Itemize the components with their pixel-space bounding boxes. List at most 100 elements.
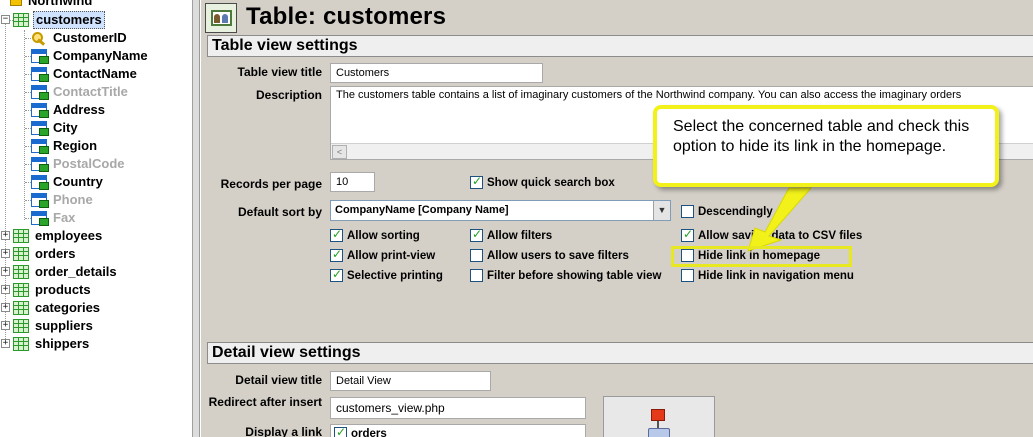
tree-item-customers[interactable]: customers [13,11,105,29]
checkbox-label: Allow saving data to CSV files [698,229,863,242]
scroll-left-icon[interactable]: < [332,145,347,159]
link-diagram-node [648,428,670,437]
records-per-page-input[interactable]: 10 [330,172,375,192]
tree-item-field[interactable]: ContactName [31,65,139,83]
field-icon [31,211,49,226]
description-text: The customers table contains a list of i… [336,89,962,101]
callout-text: Select the concerned table and check thi… [673,118,970,155]
checkbox-box [330,247,343,262]
option-checkbox-allow-sorting[interactable]: Allow sorting [330,227,420,242]
tree-item-shippers[interactable]: shippers [13,335,91,353]
collapse-icon[interactable]: − [1,15,10,24]
redirect-after-insert-input[interactable]: customers_view.php [330,397,586,419]
tree-item-products[interactable]: products [13,281,93,299]
tree-item-field[interactable]: CompanyName [31,47,150,65]
tree-item-field[interactable]: Phone [31,191,95,209]
tree-item-label: ContactName [53,66,137,81]
tree-item-categories[interactable]: categories [13,299,102,317]
descendingly-checkbox[interactable]: Descendingly [681,205,773,218]
records-per-page-label: Records per page [220,177,322,191]
expand-icon[interactable]: + [1,231,10,240]
tree-item-field[interactable]: PostalCode [31,155,127,173]
detail-view-title-input[interactable]: Detail View [330,371,491,391]
checkbox-box [681,205,694,218]
description-label: Description [255,88,322,102]
link-diagram-icon [651,409,665,421]
option-checkbox-allow-users-to-save-filters[interactable]: Allow users to save filters [470,249,629,262]
tree-item-label: employees [35,228,103,243]
checkbox-box [470,174,483,189]
table-icon [13,13,29,27]
tree-item-orders[interactable]: orders [13,245,77,263]
tree-root[interactable]: Northwind [10,0,94,10]
tree-item-field[interactable]: Region [31,137,99,155]
checkbox-box [470,227,483,242]
table-icon [13,229,29,243]
page-title: Table: customers [246,3,447,30]
field-icon [31,157,49,172]
tree-item-field[interactable]: Country [31,173,105,191]
tree-item-label: PostalCode [53,156,125,171]
expand-icon[interactable]: + [1,285,10,294]
callout-tooltip: Select the concerned table and check thi… [653,105,999,187]
table-icon [13,301,29,315]
option-checkbox-selective-printing[interactable]: Selective printing [330,267,443,282]
detail-view-title-label: Detail view title [235,373,322,387]
tree-item-employees[interactable]: employees [13,227,104,245]
checkbox-box [330,267,343,282]
option-checkbox-filter-before-showing-table-view[interactable]: Filter before showing table view [470,269,661,282]
tree-item-label: Region [53,138,98,153]
tree-item-label: ContactTitle [53,84,128,99]
option-checkbox-allow-filters[interactable]: Allow filters [470,227,553,242]
tree-item-label: CompanyName [53,48,148,63]
tree-item-field[interactable]: ContactTitle [31,83,130,101]
default-sort-select[interactable]: CompanyName [Company Name] ▼ [330,200,671,221]
field-icon [31,175,49,190]
tree-item-field[interactable]: CustomerID [31,29,129,47]
link-settings-button[interactable] [603,396,715,437]
splitter[interactable] [192,0,200,437]
tree-item-suppliers[interactable]: suppliers [13,317,95,335]
tree-item-field[interactable]: Address [31,101,107,119]
tree-item-label: Fax [53,210,76,225]
field-icon [31,85,49,100]
display-link-orders-checkbox[interactable]: orders [334,425,387,437]
key-icon [31,31,47,45]
checkbox-box [330,227,343,242]
quick-search-checkbox[interactable]: Show quick search box [470,174,615,189]
expand-icon[interactable]: + [1,321,10,330]
tree-item-label: CustomerID [53,30,127,45]
tree-panel: Northwind − customers CustomerID CompanyN… [0,0,192,437]
detail-view-section-title: Detail view settings [207,342,1033,364]
checkbox-label: Allow filters [487,229,553,242]
tree-guide-line [5,18,6,345]
option-checkbox-hide-link-in-navigation-menu[interactable]: Hide link in navigation menu [681,269,854,282]
title-row: Table: customers [201,0,1033,36]
tree-item-field[interactable]: Fax [31,209,77,227]
field-icon [31,103,49,118]
table-icon [13,265,29,279]
chevron-down-icon[interactable]: ▼ [653,201,670,220]
table-view-title-input[interactable]: Customers [330,63,543,83]
expand-icon[interactable]: + [1,249,10,258]
expand-icon[interactable]: + [1,339,10,348]
settings-panel: Table: customers Table view settings Tab… [201,0,1033,437]
field-icon [31,121,49,136]
display-link-list[interactable]: orders [330,424,586,437]
option-checkbox-allow-print-view[interactable]: Allow print-view [330,247,435,262]
tree-item-label: orders [35,246,76,261]
checkbox-box [470,269,483,282]
option-checkbox-allow-saving-data-to-csv-files[interactable]: Allow saving data to CSV files [681,227,863,242]
checkbox-label: Allow sorting [347,229,420,242]
tree-item-order_details[interactable]: order_details [13,263,119,281]
table-icon [13,319,29,333]
expand-icon[interactable]: + [1,267,10,276]
tree-item-label: order_details [35,264,117,279]
tree-item-label: Address [53,102,106,117]
tree-item-field[interactable]: City [31,119,80,137]
default-sort-label: Default sort by [237,205,322,219]
display-link-label: Display a link [245,425,322,437]
tree-item-label: Country [53,174,103,189]
tree-item-label: Phone [53,192,93,207]
expand-icon[interactable]: + [1,303,10,312]
